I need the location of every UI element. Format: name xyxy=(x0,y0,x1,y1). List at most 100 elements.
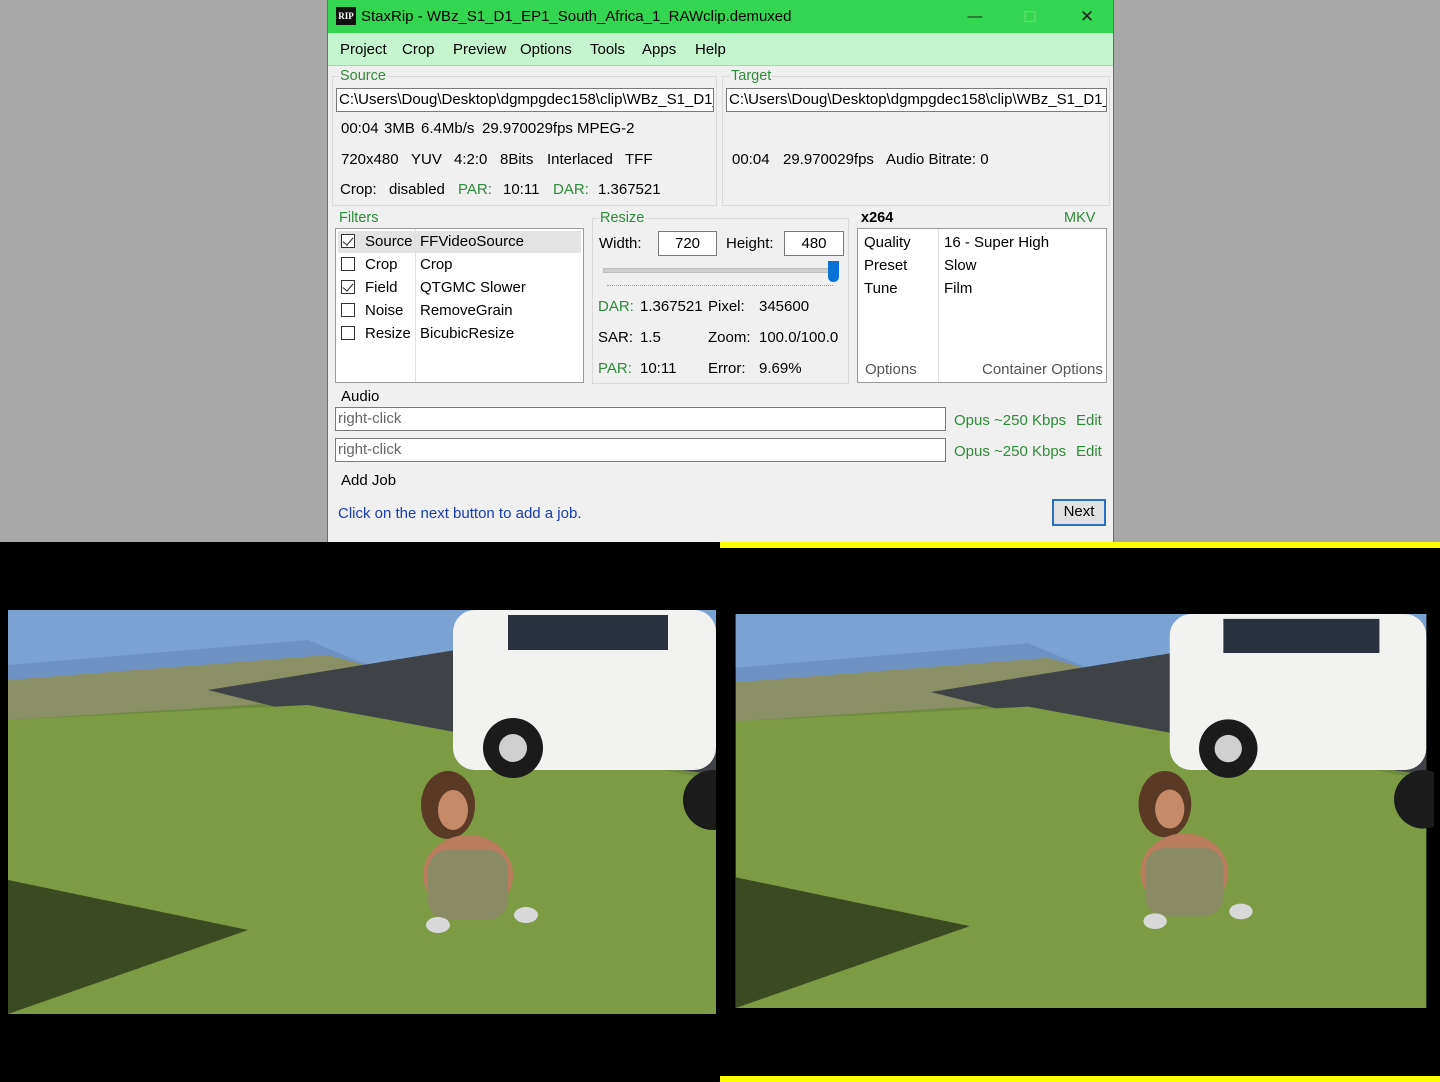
source-crop-value: disabled xyxy=(389,181,445,198)
menu-apps[interactable]: Apps xyxy=(642,41,676,58)
maximize-button[interactable]: ☐ xyxy=(1002,0,1058,33)
zoom-label: Zoom: xyxy=(708,329,751,346)
filter-crop-checkbox[interactable] xyxy=(341,257,355,271)
target-fps: 29.970029fps xyxy=(783,151,874,168)
audio-track-2-edit[interactable]: Edit xyxy=(1076,443,1102,460)
filter-row[interactable]: Crop Crop xyxy=(336,252,583,275)
source-codec: MPEG-2 xyxy=(577,120,635,137)
target-preview-pane xyxy=(720,542,1440,1082)
filter-value: Crop xyxy=(420,256,453,273)
menu-tools[interactable]: Tools xyxy=(590,41,625,58)
menu-help[interactable]: Help xyxy=(695,41,726,58)
container-format[interactable]: MKV xyxy=(1064,210,1095,226)
source-colorspace: YUV xyxy=(411,151,442,168)
source-dar-value: 1.367521 xyxy=(598,181,661,198)
encoder-value[interactable]: Film xyxy=(944,280,972,297)
source-preview-pane xyxy=(0,542,720,1082)
sar-value: 1.5 xyxy=(640,329,661,346)
target-label: Target xyxy=(730,68,773,84)
filter-row[interactable]: Field QTGMC Slower xyxy=(336,275,583,298)
resize-par-value: 10:11 xyxy=(640,360,677,377)
filter-resize-checkbox[interactable] xyxy=(341,326,355,340)
sar-label: SAR: xyxy=(598,329,634,346)
zoom-value: 100.0/100.0 xyxy=(759,329,839,346)
encoder-value[interactable]: Slow xyxy=(944,257,977,274)
filter-row[interactable]: Source FFVideoSource xyxy=(336,229,583,252)
audio-track-1-edit[interactable]: Edit xyxy=(1076,412,1102,429)
pixel-value: 345600 xyxy=(759,298,810,315)
width-input[interactable]: 720 xyxy=(658,231,717,256)
resize-dar-value: 1.367521 xyxy=(640,298,703,315)
height-input[interactable]: 480 xyxy=(784,231,844,256)
source-label: Source xyxy=(339,68,387,84)
source-crop-label: Crop: xyxy=(340,181,377,198)
audio-track-2-codec[interactable]: Opus ~250 Kbps xyxy=(954,443,1066,460)
filter-field-checkbox[interactable] xyxy=(341,280,355,294)
source-par-value: 10:11 xyxy=(503,181,540,198)
next-button[interactable]: Next xyxy=(1052,499,1106,526)
source-par-label: PAR: xyxy=(458,181,492,198)
target-pane-top-border xyxy=(720,542,1440,548)
source-dar-label: DAR: xyxy=(553,181,589,198)
source-scan: Interlaced xyxy=(547,151,613,168)
slider-track xyxy=(603,268,839,273)
pixel-label: Pixel: xyxy=(708,298,745,315)
filters-list[interactable]: Source FFVideoSource Crop Crop Field QTG… xyxy=(335,228,584,383)
window-title: StaxRip - WBz_S1_D1_EP1_South_Africa_1_R… xyxy=(361,8,792,25)
filter-row[interactable]: Resize BicubicResize xyxy=(336,321,583,344)
filter-source-checkbox[interactable] xyxy=(341,234,355,248)
menu-options[interactable]: Options xyxy=(520,41,572,58)
slider-thumb[interactable] xyxy=(828,261,839,282)
audio-track-2-input[interactable]: right-click xyxy=(335,438,946,462)
filter-value: QTGMC Slower xyxy=(420,279,526,296)
resize-par-label: PAR: xyxy=(598,360,632,377)
encoder-options-panel[interactable]: Quality 16 - Super High Preset Slow Tune… xyxy=(857,228,1107,383)
close-button[interactable]: ✕ xyxy=(1059,0,1113,33)
minimize-button[interactable]: — xyxy=(947,0,1003,33)
audio-track-1-input[interactable]: right-click xyxy=(335,407,946,431)
menu-bar: Project Crop Preview Options Tools Apps … xyxy=(328,33,1113,66)
source-field-order: TFF xyxy=(625,151,653,168)
filter-name: Noise xyxy=(365,302,404,319)
add-job-label: Add Job xyxy=(341,472,397,489)
source-duration: 00:04 xyxy=(341,120,379,137)
encoder-value[interactable]: 16 - Super High xyxy=(944,234,1049,251)
filter-value: BicubicResize xyxy=(420,325,515,342)
target-audio-bitrate: Audio Bitrate: 0 xyxy=(886,151,989,168)
filter-name: Field xyxy=(365,279,398,296)
error-label: Error: xyxy=(708,360,746,377)
error-value: 9.69% xyxy=(759,360,802,377)
filter-noise-checkbox[interactable] xyxy=(341,303,355,317)
target-pane-bottom-border xyxy=(720,1076,1440,1082)
encoder-column-divider xyxy=(938,229,939,382)
filter-name: Resize xyxy=(365,325,411,342)
filter-row[interactable]: Noise RemoveGrain xyxy=(336,298,583,321)
target-duration: 00:04 xyxy=(732,151,770,168)
width-label: Width: xyxy=(599,235,642,252)
encoder-key: Preset xyxy=(864,257,908,274)
slider-ticks xyxy=(607,285,833,286)
container-options-link[interactable]: Container Options xyxy=(982,361,1103,378)
menu-project[interactable]: Project xyxy=(340,41,387,58)
source-frame-image xyxy=(8,610,716,1014)
title-bar[interactable]: RIP StaxRip - WBz_S1_D1_EP1_South_Africa… xyxy=(328,0,1113,33)
resize-slider[interactable] xyxy=(603,258,839,290)
target-frame-image xyxy=(735,614,1434,1008)
encoder-key: Quality xyxy=(864,234,911,251)
source-chroma: 4:2:0 xyxy=(454,151,488,168)
menu-preview[interactable]: Preview xyxy=(453,41,506,58)
target-path-field[interactable]: C:\Users\Doug\Desktop\dgmpgdec158\clip\W… xyxy=(726,88,1107,112)
filters-label: Filters xyxy=(339,210,379,226)
staxrip-window: RIP StaxRip - WBz_S1_D1_EP1_South_Africa… xyxy=(327,0,1114,542)
menu-crop[interactable]: Crop xyxy=(402,41,435,58)
encoder-options-link[interactable]: Options xyxy=(865,361,917,378)
resize-dar-label: DAR: xyxy=(598,298,634,315)
encoder-name[interactable]: x264 xyxy=(861,210,893,226)
audio-track-1-codec[interactable]: Opus ~250 Kbps xyxy=(954,412,1066,429)
height-label: Height: xyxy=(726,235,774,252)
source-fps: 29.970029fps xyxy=(482,120,573,137)
add-job-hint: Click on the next button to add a job. xyxy=(338,505,582,522)
audio-label: Audio xyxy=(341,388,380,405)
source-bitrate: 6.4Mb/s xyxy=(421,120,475,137)
source-path-field[interactable]: C:\Users\Doug\Desktop\dgmpgdec158\clip\W… xyxy=(336,88,714,112)
